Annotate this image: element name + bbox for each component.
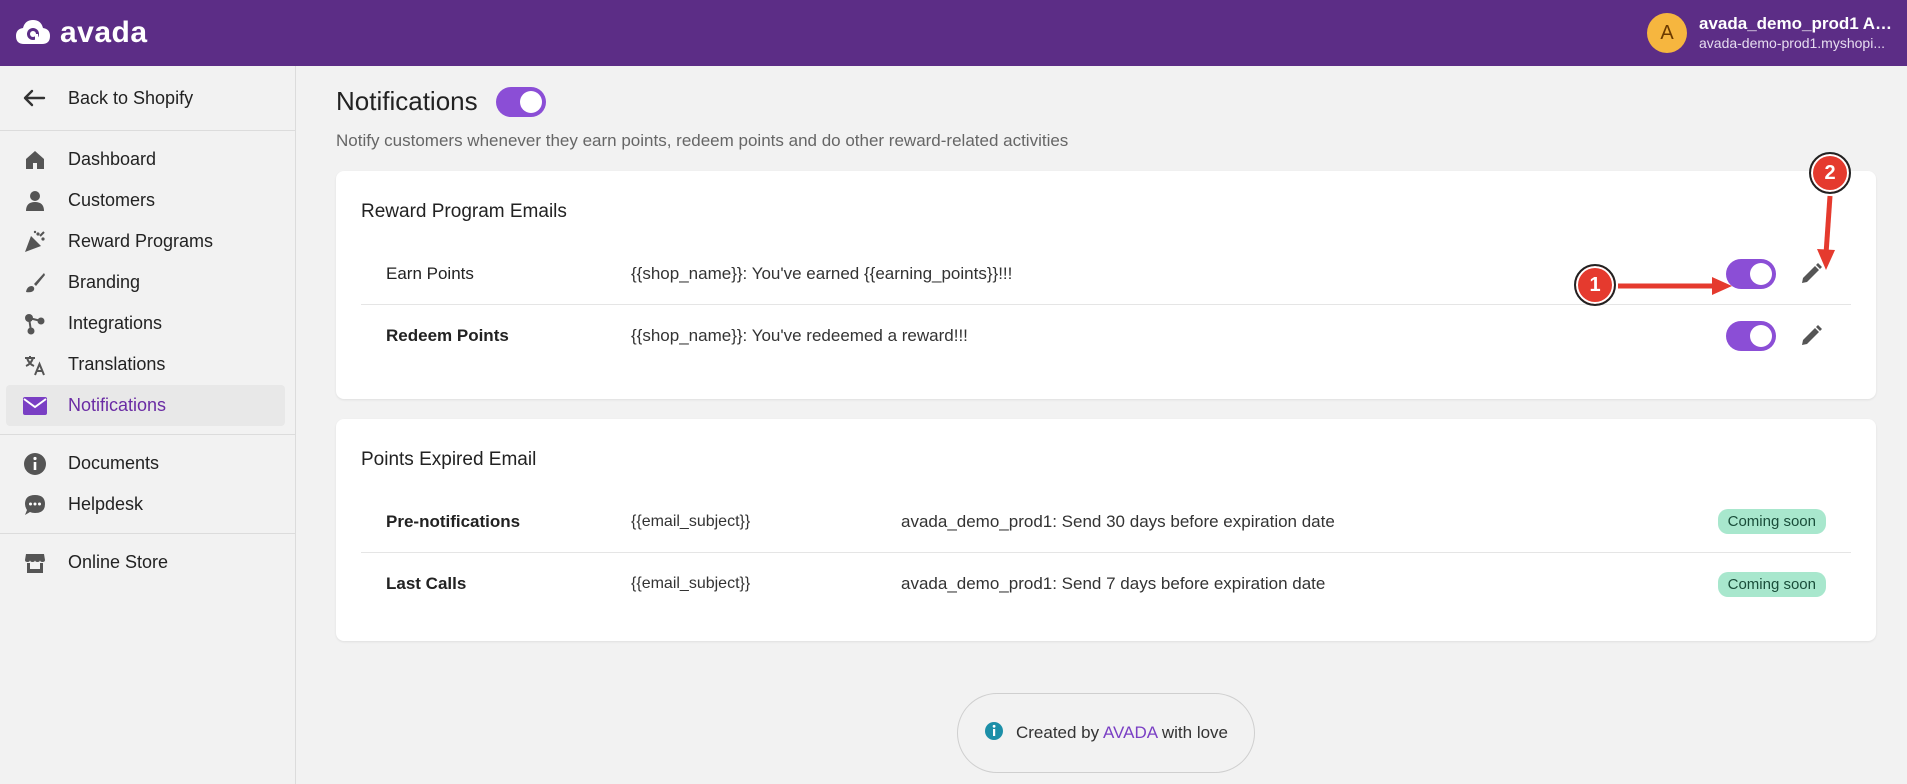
expired-email-list: Pre-notifications {{email_subject}} avad… (361, 491, 1851, 615)
email-subject: {{email_subject}} (631, 512, 751, 530)
sidebar-item-integrations[interactable]: Integrations (6, 303, 285, 344)
email-name: Redeem Points (386, 326, 509, 345)
sidebar-item-label: Integrations (68, 313, 163, 333)
table-row: Last Calls {{email_subject}} avada_demo_… (361, 553, 1851, 615)
confetti-icon (22, 229, 48, 255)
sidebar-item-label: Notifications (68, 395, 167, 415)
primary-nav: Dashboard Customers Reward Programs Bran… (0, 131, 295, 435)
page-subtitle: Notify customers whenever they earn poin… (336, 131, 1069, 150)
pencil-icon[interactable] (1796, 321, 1826, 351)
notifications-master-toggle[interactable] (495, 86, 546, 117)
email-name: Last Calls (386, 574, 467, 593)
sidebar-item-label: Branding (68, 272, 141, 292)
sidebar-item-label: Reward Programs (68, 231, 214, 251)
account-info[interactable]: avada_demo_prod1 Ad... avada-demo-prod1.… (1699, 14, 1899, 51)
footer-suffix: with love (1161, 723, 1228, 742)
card-title: Points Expired Email (361, 449, 537, 470)
annotation-arrow-2 (1817, 195, 1835, 270)
store-nav: Online Store (0, 534, 295, 591)
footer-prefix: Created by (1015, 723, 1100, 742)
sidebar-item-label: Online Store (68, 552, 169, 572)
sidebar-item-reward-programs[interactable]: Reward Programs (6, 221, 285, 262)
sidebar-item-notifications[interactable]: Notifications (6, 385, 285, 426)
table-row: Redeem Points {{shop_name}}: You've rede… (361, 305, 1851, 367)
footer-text: Created by AVADA with love (1016, 723, 1228, 743)
coming-soon-badge: Coming soon (1717, 509, 1826, 534)
footer-credit: Created by AVADA with love (957, 693, 1255, 773)
main-content: Notifications Notify customers whenever … (336, 66, 1876, 641)
home-icon (22, 147, 48, 173)
email-description: avada_demo_prod1: Send 7 days before exp… (901, 574, 1326, 593)
sidebar: Back to Shopify Dashboard Customers Rewa… (0, 66, 296, 784)
email-name: Pre-notifications (386, 511, 521, 531)
logo-text: avada (60, 16, 148, 49)
sidebar-item-label: Documents (68, 453, 160, 473)
email-description: avada_demo_prod1: Send 30 days before ex… (901, 511, 1335, 531)
integrations-icon (22, 311, 48, 337)
top-bar: avada A avada_demo_prod1 Ad... avada-dem… (0, 0, 1907, 66)
annotation-arrow-1 (1618, 277, 1732, 295)
title-row: Notifications (336, 86, 1876, 117)
back-label: Back to Shopify (68, 87, 194, 108)
sidebar-item-online-store[interactable]: Online Store (6, 542, 285, 583)
email-subject-text: {{shop_name}}: You've earned {{earning_p… (631, 263, 1013, 283)
sidebar-item-label: Customers (68, 190, 156, 210)
back-to-shopify-link[interactable]: Back to Shopify (0, 66, 295, 131)
account-menu[interactable]: A avada_demo_prod1 Ad... avada-demo-prod… (1647, 13, 1899, 53)
card-title: Reward Program Emails (361, 201, 567, 222)
redeem-points-toggle[interactable] (1726, 321, 1776, 351)
sidebar-item-documents[interactable]: Documents (6, 443, 285, 484)
email-name: Earn Points (386, 263, 474, 283)
info-icon (984, 721, 1004, 746)
info-icon (22, 451, 48, 477)
secondary-nav: Documents Helpdesk (0, 435, 295, 534)
table-row: Pre-notifications {{email_subject}} avad… (361, 491, 1851, 553)
arrow-left-icon (23, 89, 46, 107)
sidebar-item-dashboard[interactable]: Dashboard (6, 139, 285, 180)
points-expired-email-card: Points Expired Email Pre-notifications {… (336, 419, 1876, 641)
annotation-marker-1: 1 (1574, 264, 1616, 306)
account-domain: avada-demo-prod1.myshopi... (1699, 34, 1885, 51)
avada-logo[interactable]: avada (14, 16, 148, 50)
chat-icon (22, 492, 48, 518)
sidebar-item-branding[interactable]: Branding (6, 262, 285, 303)
row-actions (1726, 321, 1826, 351)
page-title: Notifications (336, 86, 478, 116)
sidebar-item-translations[interactable]: Translations (6, 344, 285, 385)
store-icon (22, 550, 48, 576)
avatar[interactable]: A (1647, 13, 1687, 53)
account-name: avada_demo_prod1 Ad... (1699, 14, 1899, 34)
annotation-marker-2: 2 (1809, 152, 1851, 194)
email-subject-text: {{shop_name}}: You've redeemed a reward!… (631, 326, 968, 345)
row-actions (1726, 258, 1826, 289)
person-icon (22, 188, 48, 214)
email-subject: {{email_subject}} (631, 575, 751, 592)
reward-email-list: Earn Points {{shop_name}}: You've earned… (361, 243, 1851, 367)
sidebar-item-helpdesk[interactable]: Helpdesk (6, 484, 285, 525)
sidebar-item-label: Helpdesk (68, 494, 144, 514)
translate-icon (22, 352, 48, 378)
mail-icon (22, 393, 48, 419)
avada-logo-icon (16, 20, 50, 44)
sidebar-item-label: Translations (68, 354, 166, 374)
sidebar-item-label: Dashboard (68, 149, 157, 169)
sidebar-item-customers[interactable]: Customers (6, 180, 285, 221)
avada-link[interactable]: AVADA (1103, 723, 1157, 742)
coming-soon-badge: Coming soon (1717, 571, 1826, 597)
brush-icon (22, 270, 48, 296)
